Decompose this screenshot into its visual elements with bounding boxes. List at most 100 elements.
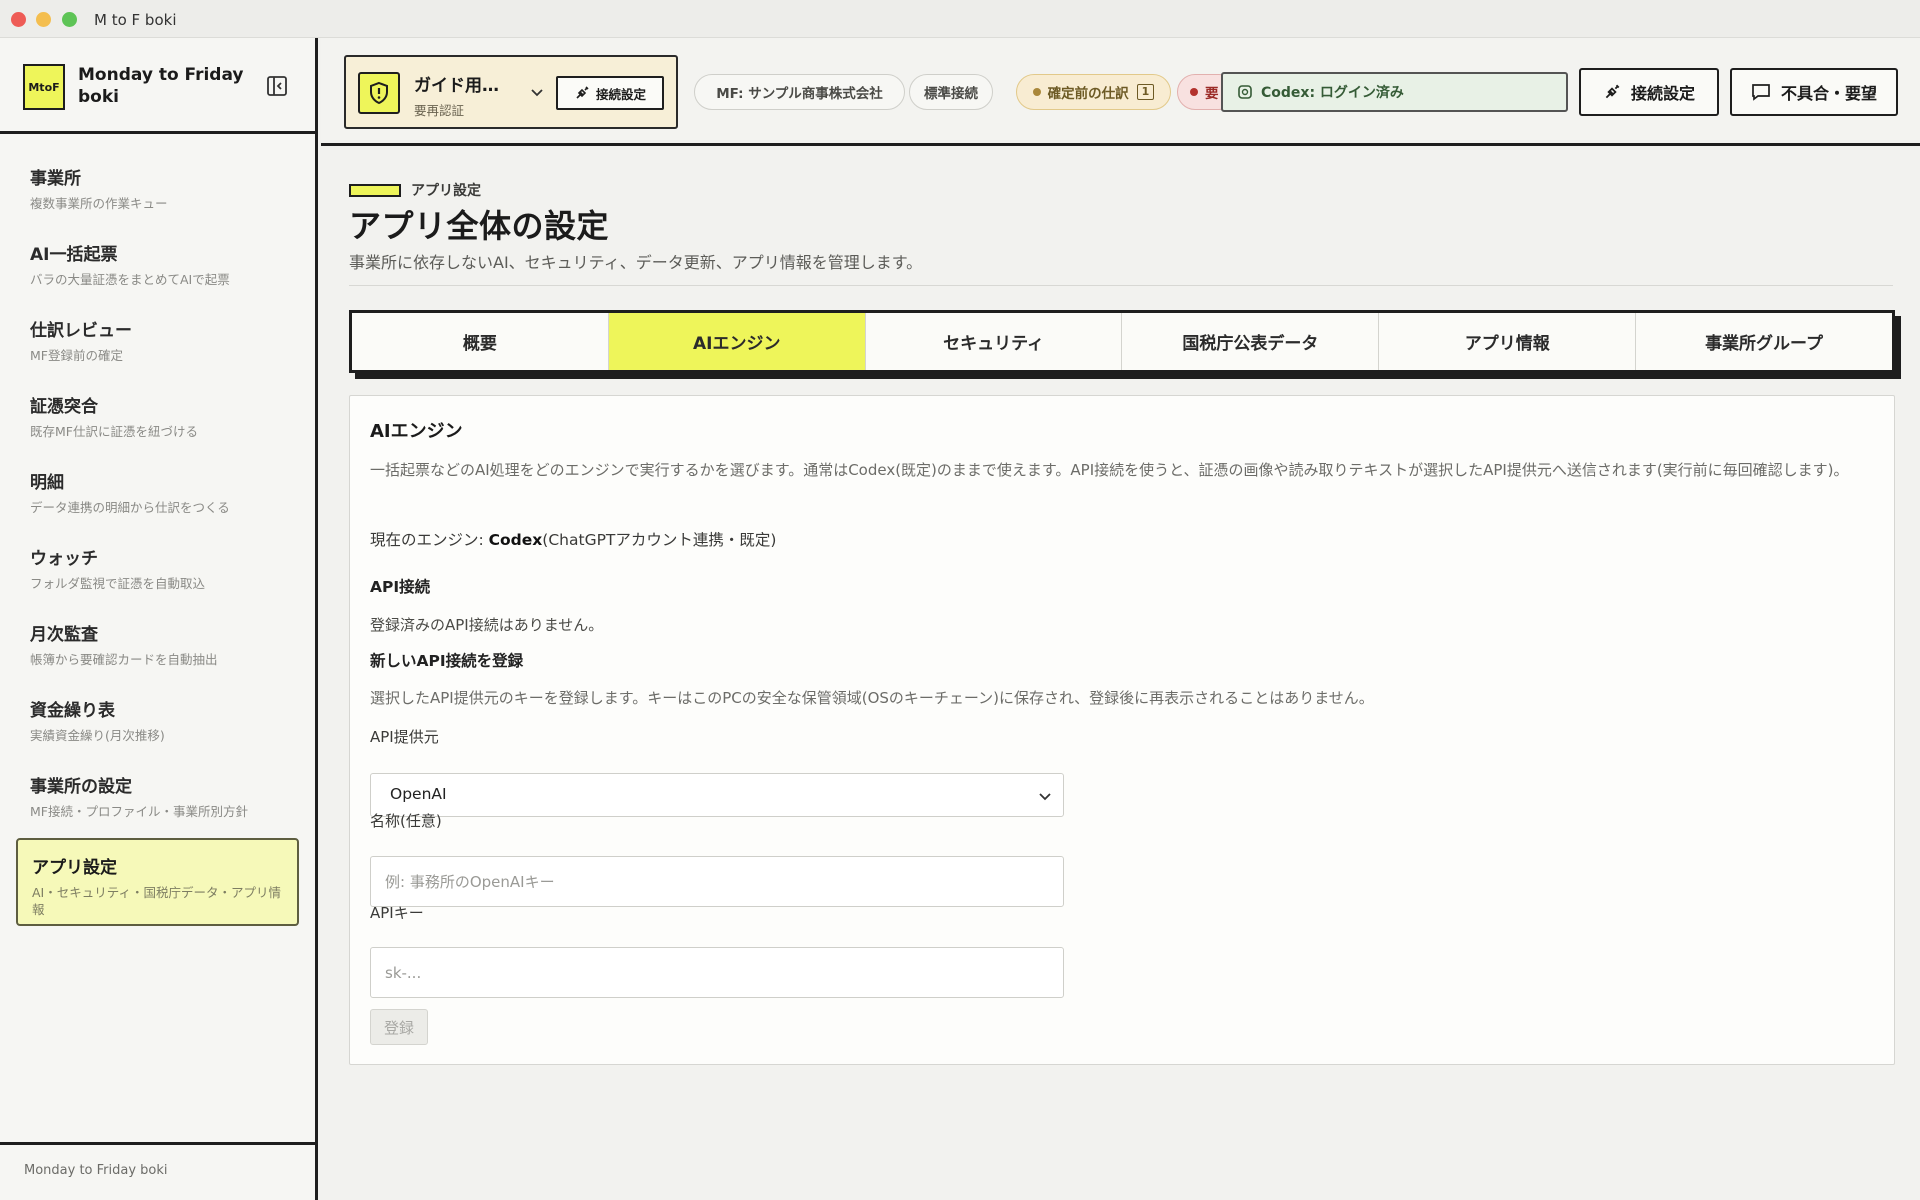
guide-office-name: ガイド用… <box>414 76 499 96</box>
sidebar: MtoF Monday to Friday boki 事業所 複数事業所の作業キ… <box>0 38 318 1200</box>
sidebar-item-label: 月次監査 <box>30 625 98 645</box>
codex-icon <box>1238 85 1252 99</box>
pending-journals-pill[interactable]: 確定前の仕訳 1 <box>1016 74 1171 110</box>
sidebar-item-label: アプリ設定 <box>32 858 117 878</box>
api-key-input[interactable] <box>370 947 1064 998</box>
bug-report-button[interactable]: 不具合・要望 <box>1730 68 1898 116</box>
page-description: 事業所に依存しないAI、セキュリティ、データ更新、アプリ情報を管理します。 <box>349 253 923 272</box>
eyebrow-bar <box>349 183 401 197</box>
connection-settings-label: 接続設定 <box>1630 84 1695 103</box>
sidebar-item-desc: 既存MF仕訳に証憑を紐づける <box>30 424 198 439</box>
api-connections-title: API接続 <box>370 578 431 596</box>
tab-ai-engine[interactable]: AIエンジン <box>608 313 866 370</box>
title-bar: M to F boki <box>0 0 1920 38</box>
register-api-description: 選択したAPI提供元のキーを登録します。キーはこのPCの安全な保管領域(OSのキ… <box>370 689 1374 707</box>
plug-icon <box>576 86 589 99</box>
shield-alert-icon <box>358 72 400 114</box>
status-dot <box>1032 88 1041 96</box>
guide-connect-settings-button[interactable]: 接続設定 <box>556 76 664 110</box>
sidebar-item-label: 資金繰り表 <box>30 701 115 721</box>
eyebrow-text: アプリ設定 <box>411 183 481 199</box>
sidebar-item-label: 事業所 <box>30 169 81 189</box>
connection-mode-pill: 標準接続 <box>909 74 993 110</box>
company-pill: MF: サンプル商事株式会社 <box>694 74 905 110</box>
sidebar-item-monthly-audit[interactable]: 月次監査 帳簿から要確認カードを自動抽出 <box>16 604 299 680</box>
ai-engine-card: AIエンジン 一括起票などのAI処理をどのエンジンで実行するかを選びます。通常は… <box>349 395 1895 1065</box>
page-title: アプリ全体の設定 <box>349 207 610 245</box>
main-content: アプリ設定 アプリ全体の設定 事業所に依存しないAI、セキュリティ、データ更新、… <box>321 149 1920 1200</box>
current-engine-name: Codex <box>488 531 543 549</box>
ai-engine-title: AIエンジン <box>370 421 463 442</box>
close-window-button[interactable] <box>11 12 26 27</box>
sidebar-item-label: 事業所の設定 <box>30 777 132 797</box>
sidebar-item-label: 明細 <box>30 473 64 493</box>
page-eyebrow: アプリ設定 <box>349 180 481 200</box>
register-api-title: 新しいAPI接続を登録 <box>370 652 524 670</box>
name-label: 名称(任意) <box>370 812 442 830</box>
current-engine-suffix: (ChatGPTアカウント連携・既定) <box>542 531 777 549</box>
ai-engine-description: 一括起票などのAI処理をどのエンジンで実行するかを選びます。通常はCodex(既… <box>370 461 1849 479</box>
guide-office-selector[interactable]: ガイド用… 要再認証 接続設定 <box>344 55 678 129</box>
tab-nta-data[interactable]: 国税庁公表データ <box>1122 313 1380 370</box>
minimize-window-button[interactable] <box>36 12 51 27</box>
connection-name-input[interactable] <box>370 856 1064 907</box>
sidebar-item-desc: 複数事業所の作業キュー <box>30 196 168 211</box>
sidebar-item-journal-review[interactable]: 仕訳レビュー MF登録前の確定 <box>16 300 299 376</box>
zoom-window-button[interactable] <box>62 12 77 27</box>
codex-login-status[interactable]: Codex: ログイン済み <box>1221 72 1568 112</box>
sidebar-item-label: 証憑突合 <box>30 397 98 417</box>
tab-security[interactable]: セキュリティ <box>866 313 1123 370</box>
sidebar-item-desc: フォルダ監視で証憑を自動取込 <box>30 576 206 591</box>
alert-pill-label: 要 <box>1205 86 1219 102</box>
sidebar-item-ai-bulk-entry[interactable]: AI一括起票 バラの大量証憑をまとめてAIで起票 <box>16 224 299 300</box>
sidebar-nav: 事業所 複数事業所の作業キュー AI一括起票 バラの大量証憑をまとめてAIで起票… <box>0 148 315 926</box>
sidebar-item-desc: バラの大量証憑をまとめてAIで起票 <box>30 272 230 287</box>
bug-report-label: 不具合・要望 <box>1780 84 1877 103</box>
status-dot <box>1190 88 1198 96</box>
sidebar-item-office-settings[interactable]: 事業所の設定 MF接続・プロファイル・事業所別方針 <box>16 756 299 832</box>
chevron-down-icon[interactable] <box>528 83 546 101</box>
sidebar-item-voucher-matching[interactable]: 証憑突合 既存MF仕訳に証憑を紐づける <box>16 376 299 452</box>
guide-connect-label: 接続設定 <box>595 86 646 102</box>
api-connections-empty: 登録済みのAPI接続はありません。 <box>370 616 604 634</box>
sidebar-collapse-icon[interactable] <box>266 75 288 97</box>
sidebar-item-desc: MF登録前の確定 <box>30 348 123 363</box>
plug-icon <box>1605 84 1620 99</box>
app-name: Monday to Friday boki <box>78 65 244 107</box>
sidebar-item-label: 仕訳レビュー <box>30 321 132 341</box>
sidebar-item-desc: データ連携の明細から仕訳をつくる <box>30 500 230 515</box>
app-logo: MtoF <box>23 64 65 110</box>
pending-journals-count: 1 <box>1136 84 1155 100</box>
sidebar-item-cashflow[interactable]: 資金繰り表 実績資金繰り(月次推移) <box>16 680 299 756</box>
provider-label: API提供元 <box>370 728 439 746</box>
sidebar-item-app-settings[interactable]: アプリ設定 AI・セキュリティ・国税庁データ・アプリ情報 <box>16 838 299 926</box>
brand: MtoF Monday to Friday boki <box>0 38 315 134</box>
tab-office-groups[interactable]: 事業所グループ <box>1636 313 1892 370</box>
tab-overview[interactable]: 概要 <box>352 313 609 370</box>
sidebar-item-label: ウォッチ <box>30 549 98 569</box>
guide-office-status: 要再認証 <box>414 103 465 118</box>
sidebar-item-desc: 帳簿から要確認カードを自動抽出 <box>30 652 218 667</box>
codex-status-label: Codex: ログイン済み <box>1261 85 1404 101</box>
sidebar-item-statements[interactable]: 明細 データ連携の明細から仕訳をつくる <box>16 452 299 528</box>
provider-select[interactable]: OpenAI <box>370 773 1064 817</box>
sidebar-item-desc: AI・セキュリティ・国税庁データ・アプリ情報 <box>32 885 281 917</box>
provider-selected-value: OpenAI <box>390 785 447 803</box>
register-button[interactable]: 登録 <box>370 1009 428 1045</box>
sidebar-item-offices[interactable]: 事業所 複数事業所の作業キュー <box>16 148 299 224</box>
pending-journals-label: 確定前の仕訳 <box>1047 86 1129 102</box>
top-header: ガイド用… 要再認証 接続設定 MF: サンプル商事株式会社 標準接続 確定前の… <box>321 38 1920 146</box>
message-icon <box>1752 84 1770 101</box>
sidebar-item-desc: MF接続・プロファイル・事業所別方針 <box>30 804 248 819</box>
window-title: M to F boki <box>94 11 177 29</box>
sidebar-item-desc: 実績資金繰り(月次推移) <box>30 728 165 743</box>
tab-app-info[interactable]: アプリ情報 <box>1379 313 1637 370</box>
connection-settings-button[interactable]: 接続設定 <box>1579 68 1719 116</box>
sidebar-footer: Monday to Friday boki <box>0 1142 315 1200</box>
current-engine: 現在のエンジン: Codex(ChatGPTアカウント連携・既定) <box>370 528 776 550</box>
settings-tabs: 概要 AIエンジン セキュリティ 国税庁公表データ アプリ情報 事業所グループ <box>349 310 1895 373</box>
api-key-label: APIキー <box>370 904 424 922</box>
divider <box>349 285 1893 286</box>
sidebar-item-watch[interactable]: ウォッチ フォルダ監視で証憑を自動取込 <box>16 528 299 604</box>
current-engine-prefix: 現在のエンジン: <box>370 531 489 549</box>
